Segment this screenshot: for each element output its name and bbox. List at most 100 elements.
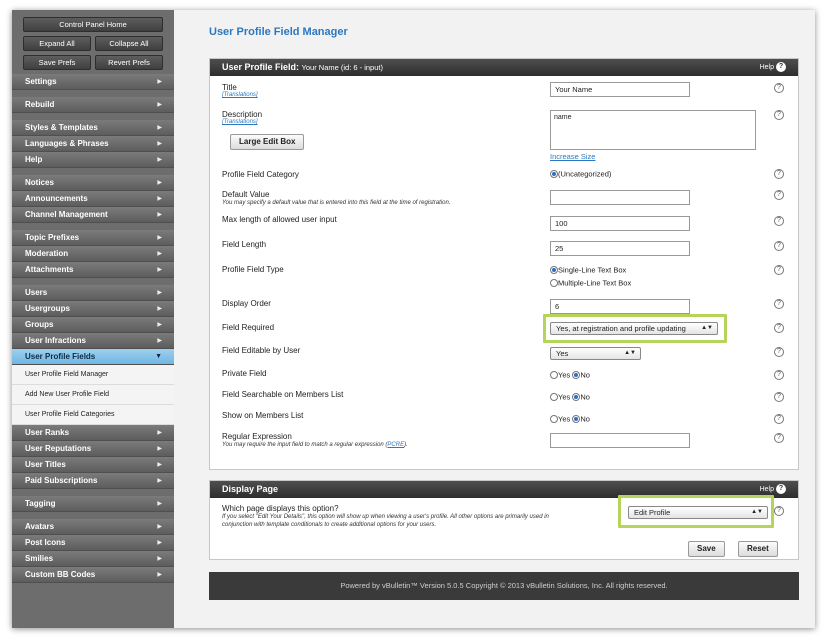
display-order-input[interactable]: 6 xyxy=(550,299,690,314)
max-length-input[interactable]: 100 xyxy=(550,216,690,231)
description-textarea[interactable]: name xyxy=(550,110,756,150)
help-icon[interactable]: ? xyxy=(776,62,786,73)
control-panel-home-button[interactable]: Control Panel Home xyxy=(23,17,163,32)
chevron-right-icon: ▶ xyxy=(157,540,162,546)
regex-note: You may require the input field to match… xyxy=(222,442,408,448)
help-icon[interactable]: ? xyxy=(774,347,784,357)
sidebar-item-user-profile-fields[interactable]: User Profile Fields ▼ xyxy=(12,349,174,365)
sidebar-item-announcements[interactable]: Announcements ▶ xyxy=(12,191,174,207)
sidebar-item-user-infractions[interactable]: User Infractions ▶ xyxy=(12,333,174,349)
help-link[interactable]: Help? xyxy=(760,59,786,76)
sidebar-item-attachments[interactable]: Attachments ▶ xyxy=(12,262,174,278)
help-icon[interactable]: ? xyxy=(774,323,784,333)
field-required-select[interactable]: Yes, at registration and profile updatin… xyxy=(550,322,718,335)
help-icon[interactable]: ? xyxy=(774,414,784,424)
sidebar-item-post-icons[interactable]: Post Icons ▶ xyxy=(12,535,174,551)
sidebar-item-tagging[interactable]: Tagging ▶ xyxy=(12,496,174,512)
help-icon[interactable]: ? xyxy=(774,433,784,443)
help-icon[interactable]: ? xyxy=(774,392,784,402)
sidebar-item-groups[interactable]: Groups ▶ xyxy=(12,317,174,333)
sidebar-item-paid-subscriptions[interactable]: Paid Subscriptions ▶ xyxy=(12,473,174,489)
sidebar-item-label: User Reputations xyxy=(25,444,92,453)
sidebar-item-label: Styles & Templates xyxy=(25,123,98,132)
category-radio[interactable]: (Uncategorized) xyxy=(550,169,611,179)
sidebar-item-rebuild[interactable]: Rebuild ▶ xyxy=(12,97,174,113)
private-field-label: Private Field xyxy=(222,369,267,378)
field-required-label: Field Required xyxy=(222,323,275,332)
field-editable-select[interactable]: Yes ▲▼ xyxy=(550,347,641,360)
sidebar-item-notices[interactable]: Notices ▶ xyxy=(12,175,174,191)
chevron-right-icon: ▶ xyxy=(157,79,162,85)
help-icon[interactable]: ? xyxy=(774,169,784,179)
help-icon[interactable]: ? xyxy=(774,110,784,120)
field-type-multi-radio[interactable]: Multiple-Line Text Box xyxy=(550,278,631,288)
sidebar-subitem-add-new-user-profile-field[interactable]: Add New User Profile Field xyxy=(12,385,174,405)
reset-button[interactable]: Reset xyxy=(738,541,778,557)
sidebar-item-user-titles[interactable]: User Titles ▶ xyxy=(12,457,174,473)
increase-size-link[interactable]: Increase Size xyxy=(550,152,595,161)
help-icon[interactable]: ? xyxy=(774,370,784,380)
sidebar-item-channel-management[interactable]: Channel Management ▶ xyxy=(12,207,174,223)
category-label: Profile Field Category xyxy=(222,170,299,179)
default-value-input[interactable] xyxy=(550,190,690,205)
description-label: Description xyxy=(222,110,263,119)
sidebar-item-label: Custom BB Codes xyxy=(25,570,96,579)
sidebar-subitem-user-profile-field-categories[interactable]: User Profile Field Categories xyxy=(12,405,174,425)
chevron-right-icon: ▶ xyxy=(157,478,162,484)
chevron-right-icon: ▶ xyxy=(157,196,162,202)
sidebar-item-user-ranks[interactable]: User Ranks ▶ xyxy=(12,425,174,441)
main-content: User Profile Field Manager User Profile … xyxy=(174,10,815,628)
sidebar-item-label: Attachments xyxy=(25,265,74,274)
sidebar-item-users[interactable]: Users ▶ xyxy=(12,285,174,301)
sidebar-item-settings[interactable]: Settings ▶ xyxy=(12,74,174,90)
save-prefs-button[interactable]: Save Prefs xyxy=(23,55,91,70)
help-icon[interactable]: ? xyxy=(776,484,786,495)
sidebar-item-usergroups[interactable]: Usergroups ▶ xyxy=(12,301,174,317)
sidebar-item-avatars[interactable]: Avatars ▶ xyxy=(12,519,174,535)
collapse-all-button[interactable]: Collapse All xyxy=(95,36,163,51)
help-icon[interactable]: ? xyxy=(774,216,784,226)
help-icon[interactable]: ? xyxy=(774,265,784,275)
show-members-radios[interactable]: Yes No xyxy=(550,414,590,424)
chevron-right-icon: ▶ xyxy=(157,251,162,257)
sidebar-item-custom-bb-codes[interactable]: Custom BB Codes ▶ xyxy=(12,567,174,583)
chevron-down-icon: ▼ xyxy=(155,353,162,360)
sidebar-item-moderation[interactable]: Moderation ▶ xyxy=(12,246,174,262)
description-translations-link[interactable]: [Translations] xyxy=(222,119,258,125)
title-translations-link[interactable]: [Translations] xyxy=(222,92,258,98)
chevron-right-icon: ▶ xyxy=(157,157,162,163)
sidebar-item-smilies[interactable]: Smilies ▶ xyxy=(12,551,174,567)
save-button[interactable]: Save xyxy=(688,541,725,557)
sidebar-item-languages-and-phrases[interactable]: Languages & Phrases ▶ xyxy=(12,136,174,152)
field-type-single-radio[interactable]: Single-Line Text Box xyxy=(550,265,626,275)
display-order-label: Display Order xyxy=(222,299,271,308)
field-length-label: Field Length xyxy=(222,240,267,249)
sidebar-item-user-reputations[interactable]: User Reputations ▶ xyxy=(12,441,174,457)
sidebar-item-label: Usergroups xyxy=(25,304,70,313)
help-icon[interactable]: ? xyxy=(774,299,784,309)
chevron-right-icon: ▶ xyxy=(157,462,162,468)
help-icon[interactable]: ? xyxy=(774,241,784,251)
sidebar-item-label: Languages & Phrases xyxy=(25,139,109,148)
help-icon[interactable]: ? xyxy=(774,190,784,200)
searchable-label: Field Searchable on Members List xyxy=(222,390,344,399)
help-icon[interactable]: ? xyxy=(774,83,784,93)
sidebar-subitem-user-profile-field-manager[interactable]: User Profile Field Manager xyxy=(12,365,174,385)
expand-all-button[interactable]: Expand All xyxy=(23,36,91,51)
sidebar-item-styles-and-templates[interactable]: Styles & Templates ▶ xyxy=(12,120,174,136)
sidebar-item-topic-prefixes[interactable]: Topic Prefixes ▶ xyxy=(12,230,174,246)
searchable-radios[interactable]: Yes No xyxy=(550,392,590,402)
large-edit-box-button[interactable]: Large Edit Box xyxy=(230,134,305,150)
display-page-select[interactable]: Edit Profile ▲▼ xyxy=(628,506,768,519)
help-icon[interactable]: ? xyxy=(774,506,784,516)
pcre-link[interactable]: PCRE xyxy=(387,442,404,448)
sidebar-item-label: Announcements xyxy=(25,194,88,203)
display-page-question: Which page displays this option? xyxy=(222,504,339,513)
regex-input[interactable] xyxy=(550,433,690,448)
private-field-radios[interactable]: Yes No xyxy=(550,370,590,380)
field-length-input[interactable]: 25 xyxy=(550,241,690,256)
revert-prefs-button[interactable]: Revert Prefs xyxy=(95,55,163,70)
sidebar-item-help[interactable]: Help ▶ xyxy=(12,152,174,168)
title-input[interactable]: Your Name xyxy=(550,82,690,97)
chevron-right-icon: ▶ xyxy=(157,235,162,241)
